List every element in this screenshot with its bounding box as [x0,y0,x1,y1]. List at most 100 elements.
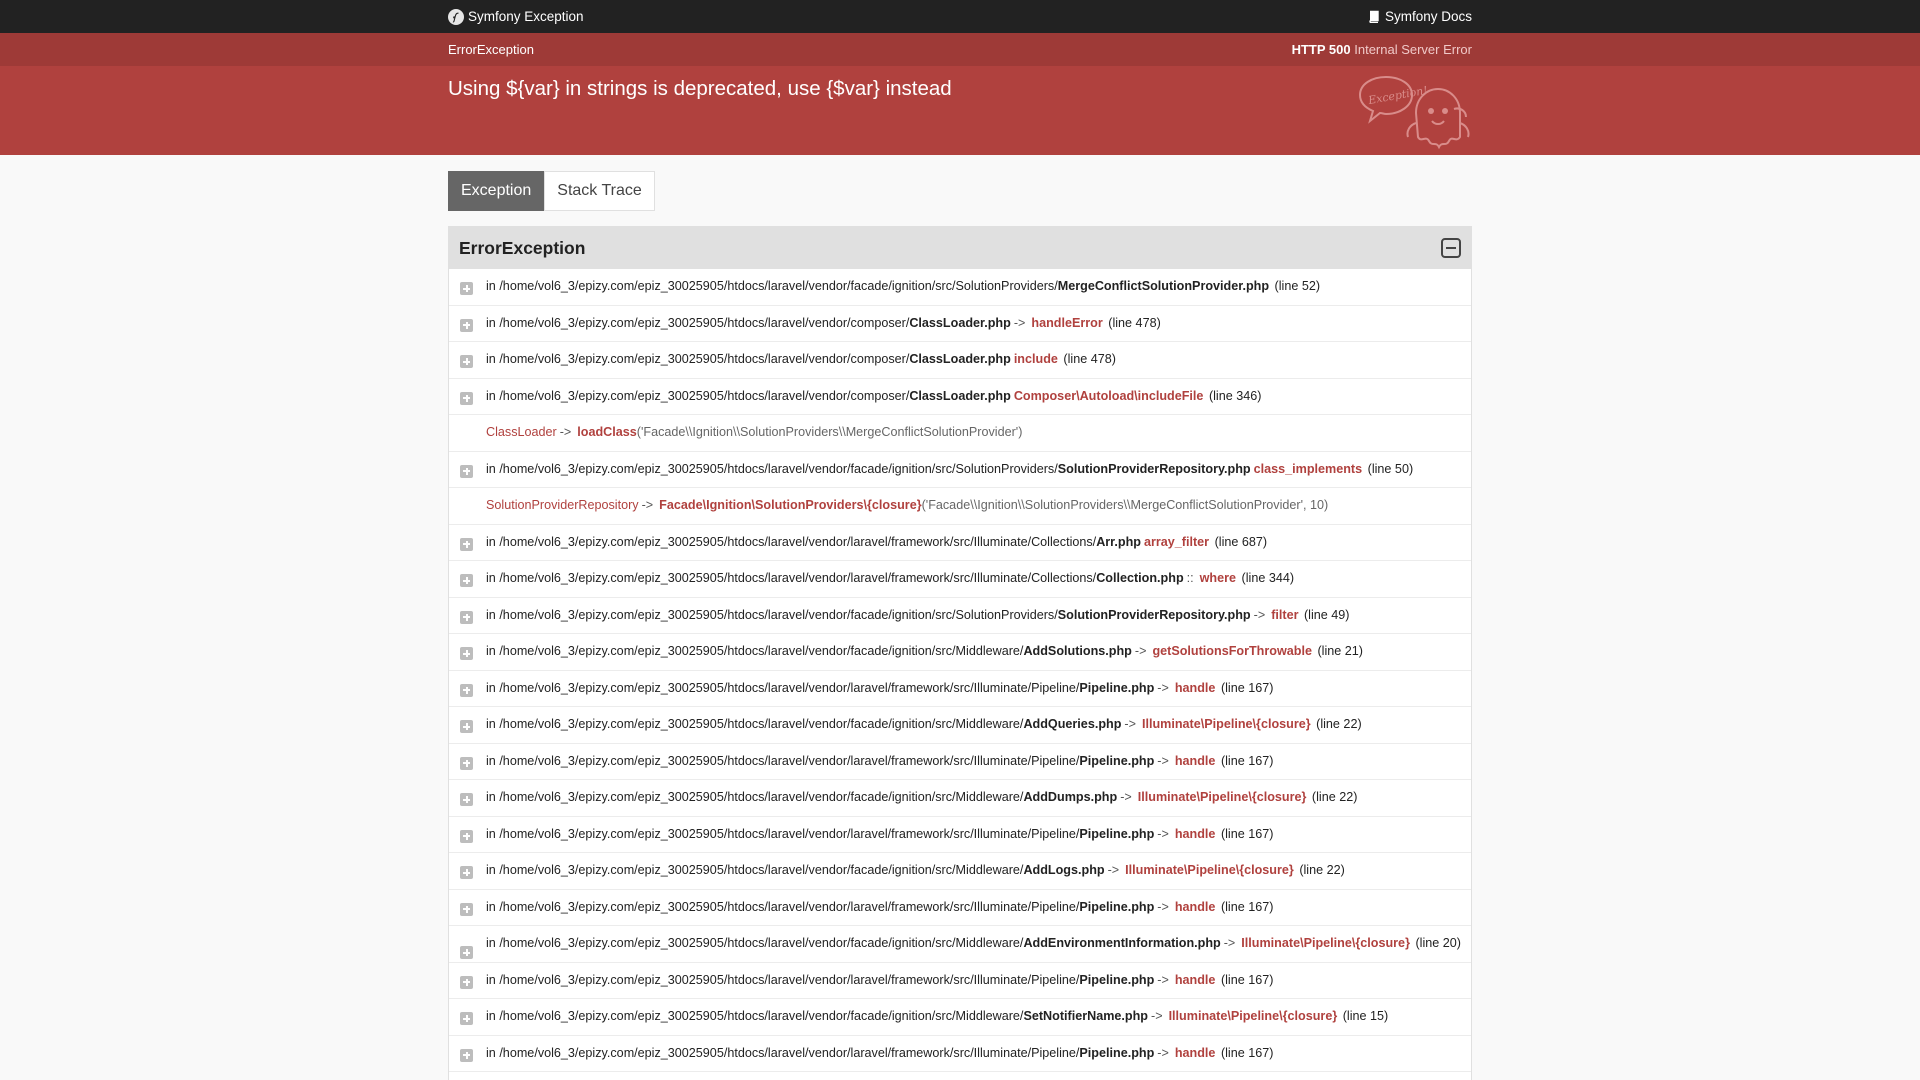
trace-row: in /home/vol6_3/epizy.com/epiz_30025905/… [449,269,1471,306]
trace-row: in /home/vol6_3/epizy.com/epiz_30025905/… [449,306,1471,342]
status-code: HTTP 500 [1291,42,1351,57]
trace-row: in /home/vol6_3/epizy.com/epiz_30025905/… [449,634,1471,671]
expand-icon[interactable] [460,464,473,478]
tab-exception[interactable]: Exception [448,171,545,211]
trace-in-label: in [486,315,500,330]
tab-stack-trace[interactable]: Stack Trace [544,171,655,211]
trace-line: (line 22) [1311,790,1358,804]
trace-in-label: in [486,899,500,914]
expand-icon[interactable] [460,355,473,368]
expand-icon[interactable] [460,975,473,989]
expand-icon[interactable] [460,793,473,806]
trace-function: handleError [1031,315,1103,330]
expand-icon[interactable] [460,720,473,733]
expand-icon[interactable] [460,574,473,587]
trace-path: /home/vol6_3/epizy.com/epiz_30025905/htd… [499,826,1080,841]
trace-path: /home/vol6_3/epizy.com/epiz_30025905/htd… [499,352,910,366]
trace-line: (line 22) [1316,717,1362,731]
trace-path: /home/vol6_3/epizy.com/epiz_30025905/htd… [499,863,1024,877]
exception-panel: ErrorException in /home/vol6_3/epizy.com… [448,226,1472,1080]
expand-icon[interactable] [460,946,473,959]
expand-icon[interactable] [460,1012,473,1025]
trace-separator: -> [1134,644,1147,658]
trace-file: Arr.php [1096,534,1141,549]
trace-in-label: in [486,279,500,293]
trace-line: (line 344) [1241,571,1295,585]
expand-icon[interactable] [460,1048,473,1062]
expand-icon[interactable] [460,902,473,916]
expand-icon[interactable] [460,282,473,295]
trace-row: in /home/vol6_3/epizy.com/epiz_30025905/… [449,707,1471,744]
trace-function: handle [1174,680,1216,695]
trace-file: ClassLoader.php [909,315,1011,330]
status-bar: ErrorException HTTP 500 Internal Server … [0,33,1920,66]
trace-row: in /home/vol6_3/epizy.com/epiz_30025905/… [449,598,1471,634]
trace-line: (line 167) [1220,680,1274,695]
trace-in-label: in [486,972,500,987]
trace-line: (line 167) [1220,1045,1274,1060]
trace-line: (line 346) [1208,388,1262,403]
trace-separator: -> [1253,607,1266,622]
expand-icon[interactable] [460,647,473,660]
expand-icon[interactable] [460,391,473,405]
expand-icon[interactable] [460,318,473,332]
trace-path: /home/vol6_3/epizy.com/epiz_30025905/htd… [499,972,1080,987]
expand-icon[interactable] [460,866,473,879]
trace-path: /home/vol6_3/epizy.com/epiz_30025905/htd… [499,315,910,330]
trace-separator: -> [1151,1009,1163,1023]
top-bar: Symfony Exception Symfony Docs [0,0,1920,33]
trace-line: (line 167) [1220,826,1274,841]
expand-icon[interactable] [460,756,473,770]
trace-line: (line 687) [1214,534,1268,549]
trace-function: Illuminate\Pipeline\{closure} [1168,1009,1338,1023]
trace-in-label: in [486,461,500,476]
trace-function: class_implements [1253,461,1363,476]
trace-row: in /home/vol6_3/epizy.com/epiz_30025905/… [449,452,1471,488]
trace-file: Pipeline.php [1079,899,1155,914]
trace-row: in /home/vol6_3/epizy.com/epiz_30025905/… [449,671,1471,707]
trace-row: in /home/vol6_3/epizy.com/epiz_30025905/… [449,780,1471,817]
trace-function: loadClass [577,425,637,439]
trace-line: (line 49) [1303,607,1350,622]
expand-icon[interactable] [460,610,473,624]
trace-line: (line 167) [1220,753,1274,768]
trace-function: Illuminate\Pipeline\{closure} [1137,790,1307,804]
brand-link[interactable]: Symfony Exception [448,8,584,25]
trace-path: /home/vol6_3/epizy.com/epiz_30025905/htd… [499,279,1058,293]
trace-in-label: in [486,1045,500,1060]
trace-class: SolutionProviderRepository [486,498,639,512]
exception-header: ErrorException HTTP 500 Internal Server … [0,33,1920,155]
trace-row: in /home/vol6_3/epizy.com/epiz_30025905/… [449,963,1471,999]
trace-path: /home/vol6_3/epizy.com/epiz_30025905/htd… [499,790,1024,804]
trace-in-label: in [486,717,500,731]
trace-row: in /home/vol6_3/epizy.com/epiz_30025905/… [449,817,1471,853]
trace-line: (line 52) [1274,279,1321,293]
trace-row: in /home/vol6_3/epizy.com/epiz_30025905/… [449,1036,1471,1072]
trace-in-label: in [486,534,500,549]
expand-icon[interactable] [460,683,473,697]
trace-separator: -> [1157,899,1169,914]
trace-file: AddQueries.php [1023,717,1122,731]
expand-icon[interactable] [460,829,473,843]
trace-file: ClassLoader.php [909,388,1011,403]
trace-path: /home/vol6_3/epizy.com/epiz_30025905/htd… [499,753,1080,768]
panel-header: ErrorException [449,227,1471,269]
trace-row: in /home/vol6_3/epizy.com/epiz_30025905/… [449,1072,1471,1080]
trace-file: Pipeline.php [1079,1045,1155,1060]
trace-function: where [1199,571,1237,585]
trace-line: (line 478) [1108,315,1161,330]
trace-line: (line 50) [1367,461,1414,476]
trace-path: /home/vol6_3/epizy.com/epiz_30025905/htd… [499,461,1058,476]
exception-class: ErrorException [448,42,534,57]
panel-title: ErrorException [459,237,586,258]
trace-path: /home/vol6_3/epizy.com/epiz_30025905/htd… [499,717,1024,731]
trace-path: /home/vol6_3/epizy.com/epiz_30025905/htd… [499,1045,1080,1060]
trace-separator: -> [1223,936,1236,950]
trace-in-label: in [486,790,500,804]
trace-file: AddEnvironmentInformation.php [1023,936,1221,950]
collapse-icon[interactable] [1441,238,1461,258]
trace-row: in /home/vol6_3/epizy.com/epiz_30025905/… [449,379,1471,415]
trace-path: /home/vol6_3/epizy.com/epiz_30025905/htd… [499,388,910,403]
docs-link[interactable]: Symfony Docs [1367,9,1472,24]
expand-icon[interactable] [460,537,473,551]
